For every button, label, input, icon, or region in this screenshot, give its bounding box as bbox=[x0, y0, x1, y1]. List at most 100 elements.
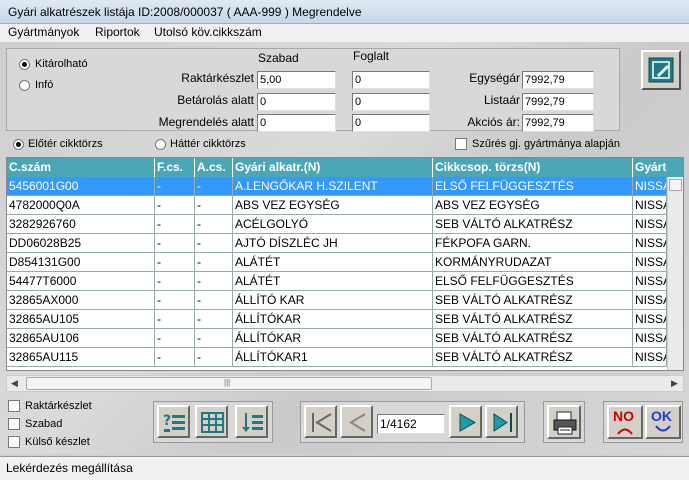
cell-acs: - bbox=[195, 329, 233, 348]
megrendeles-foglalt-field[interactable]: 0 bbox=[352, 114, 430, 132]
page-indicator-field[interactable]: 1/4162 bbox=[377, 414, 445, 434]
egysegar-field[interactable]: 7992,79 bbox=[522, 71, 594, 89]
akcios-ar-field[interactable]: 7992,79 bbox=[522, 114, 594, 132]
cell-fcs: - bbox=[155, 177, 195, 196]
cell-gyart: NISSA bbox=[633, 215, 667, 234]
scroll-right-icon[interactable]: ▶ bbox=[671, 378, 678, 389]
cell-gyari-alkatr: ALÁTÉT bbox=[233, 272, 433, 291]
table-row[interactable]: 3282926760- - ACÉLGOLYÓ SEB VÁLTÓ ALKATRÉSZ… bbox=[7, 215, 667, 234]
cell-gyari-alkatr: AJTÓ DÍSZLÉC JH bbox=[233, 234, 433, 253]
cell-acs: - bbox=[195, 215, 233, 234]
vertical-scroll-thumb[interactable] bbox=[669, 179, 682, 191]
megrendeles-szabad-field[interactable]: 0 bbox=[257, 114, 336, 132]
filter-raktarkeszlet-checkbox[interactable] bbox=[8, 400, 20, 412]
betarolas-foglalt-field[interactable]: 0 bbox=[352, 93, 430, 111]
table-row[interactable]: D854131G00--ALÁTÉTKORMÁNYRUDAZATNISSA bbox=[7, 253, 667, 272]
cell-gyari-alkatr: ÁLLÍTÓ KAR bbox=[233, 291, 433, 310]
cell-gyari-alkatr: ÁLLÍTÓKAR1 bbox=[233, 348, 433, 367]
col-header-acs[interactable]: A.cs. bbox=[195, 158, 233, 177]
cell-fcs: - bbox=[155, 272, 195, 291]
filter-kulso-keszlet-checkbox[interactable] bbox=[8, 436, 20, 448]
cell-gyart: NISSA bbox=[633, 253, 667, 272]
raktarkeszlet-foglalt-field[interactable]: 0 bbox=[352, 71, 430, 89]
grip-icon: ||| bbox=[224, 378, 231, 387]
cell-cikkcsop: SEB VÁLTÓ ALKATRÉSZ bbox=[433, 310, 633, 329]
cell-cszam: 32865AU106 bbox=[7, 329, 155, 348]
parts-grid: C.szám F.cs. A.cs. Gyári alkatr.(N) Cikk… bbox=[6, 157, 684, 371]
cell-acs: - bbox=[195, 272, 233, 291]
cell-cszam: 4782000Q0A bbox=[7, 196, 155, 215]
next-page-button[interactable] bbox=[449, 405, 482, 438]
cell-acs: - bbox=[195, 196, 233, 215]
cell-gyart: NISSA bbox=[633, 329, 667, 348]
cell-cikkcsop: ELSŐ FELFÜGGESZTÉS bbox=[433, 177, 633, 196]
cell-gyart: NISSA bbox=[633, 196, 667, 215]
cell-acs: - bbox=[195, 253, 233, 272]
price-label-akcios: Akciós ár: bbox=[467, 115, 520, 129]
cell-gyart: NISSA bbox=[633, 234, 667, 253]
cell-gyart: NISSA bbox=[633, 272, 667, 291]
col-header-cszam[interactable]: C.szám bbox=[7, 158, 155, 177]
help-list-button[interactable]: ? bbox=[157, 405, 190, 438]
sort-list-button[interactable] bbox=[235, 405, 268, 438]
cell-cikkcsop: ELSŐ FELFÜGGESZTÉS bbox=[433, 272, 633, 291]
radio-info[interactable] bbox=[19, 80, 30, 91]
price-label-egysegar: Egységár bbox=[469, 71, 520, 85]
betarolas-szabad-field[interactable]: 0 bbox=[257, 93, 336, 111]
last-page-button[interactable] bbox=[485, 405, 518, 438]
cell-cikkcsop: SEB VÁLTÓ ALKATRÉSZ bbox=[433, 291, 633, 310]
grid-view-button[interactable] bbox=[195, 405, 228, 438]
scroll-left-icon[interactable]: ◀ bbox=[11, 378, 18, 389]
cell-fcs: - bbox=[155, 253, 195, 272]
szures-label: Szűrés gj. gyártmánya alapján bbox=[472, 138, 620, 150]
radio-info-label: Infó bbox=[35, 79, 54, 91]
cell-gyari-alkatr: ÁLLÍTÓKAR bbox=[233, 310, 433, 329]
listaar-field[interactable]: 7992,79 bbox=[522, 93, 594, 111]
table-row[interactable]: 32865AU106- - ÁLLÍTÓKAR SEB VÁLTÓ ALKATRÉSZ… bbox=[7, 329, 667, 348]
print-button[interactable] bbox=[547, 405, 581, 439]
cell-fcs: - bbox=[155, 215, 195, 234]
cell-fcs: - bbox=[155, 234, 195, 253]
cell-cszam: 54477T6000 bbox=[7, 272, 155, 291]
cell-cszam: 3282926760 bbox=[7, 215, 155, 234]
cell-acs: - bbox=[195, 310, 233, 329]
happy-face-icon bbox=[655, 425, 671, 432]
no-button[interactable]: NO bbox=[607, 405, 643, 439]
raktarkeszlet-szabad-field[interactable]: 5,00 bbox=[257, 71, 336, 89]
radio-kitarolhato[interactable] bbox=[19, 59, 30, 70]
col-header-gyari-alkatr[interactable]: Gyári alkatr.(N) bbox=[233, 158, 433, 177]
prev-page-button[interactable] bbox=[340, 405, 373, 438]
table-row[interactable]: 4782000Q0A - - ABS VEZ EGYSÉG ABS VEZ EGYSÉG… bbox=[7, 196, 667, 215]
cell-cikkcsop: KORMÁNYRUDAZAT bbox=[433, 253, 633, 272]
radio-eloter-cikktorzs[interactable] bbox=[13, 139, 24, 150]
table-row[interactable]: 5456001G00- - A.LENGŐKAR H.SZILENT ELSŐ FEL… bbox=[7, 177, 667, 196]
menu-gyartmanyok[interactable]: Gyártmányok bbox=[8, 25, 79, 39]
row-label-betarolas: Betárolás alatt bbox=[177, 93, 254, 107]
filter-kulso-label: Külső készlet bbox=[25, 436, 90, 448]
menu-utolso-kov-cikkszam[interactable]: Utolsó köv.cikkszám bbox=[154, 25, 262, 39]
col-header-fcs[interactable]: F.cs. bbox=[155, 158, 195, 177]
edit-button[interactable] bbox=[641, 50, 681, 90]
szures-checkbox[interactable] bbox=[455, 138, 467, 150]
cell-cikkcsop: SEB VÁLTÓ ALKATRÉSZ bbox=[433, 215, 633, 234]
table-row[interactable]: 32865AX000- - ÁLLÍTÓ KAR SEB VÁLTÓ ALKATRÉS… bbox=[7, 291, 667, 310]
col-header-gyart[interactable]: Gyárt bbox=[633, 158, 683, 177]
svg-text:?: ? bbox=[163, 413, 171, 429]
ok-button[interactable]: OK bbox=[645, 405, 681, 439]
price-label-listaar: Listaár bbox=[483, 93, 520, 107]
filter-szabad-checkbox[interactable] bbox=[8, 418, 20, 430]
menu-riportok[interactable]: Riportok bbox=[95, 25, 140, 39]
table-row[interactable]: 32865AU115- - ÁLLÍTÓKAR1 SEB VÁLTÓ ALKATRÉS… bbox=[7, 348, 667, 367]
next-page-icon bbox=[459, 413, 477, 432]
col-header-cikkcsop[interactable]: Cikkcsop. törzs(N) bbox=[433, 158, 633, 177]
table-row[interactable]: 54477T6000- - ALÁTÉT ELSŐ FELFÜGGESZTÉS NISS… bbox=[7, 272, 667, 291]
first-page-button[interactable] bbox=[304, 405, 337, 438]
radio-hatter-cikktorzs[interactable] bbox=[155, 139, 166, 150]
cell-acs: - bbox=[195, 291, 233, 310]
vertical-scrollbar[interactable] bbox=[667, 177, 683, 370]
ok-label: OK bbox=[651, 408, 672, 424]
col-label-foglalt: Foglalt bbox=[353, 49, 390, 63]
table-row[interactable]: DD06028B25- - AJTÓ DÍSZLÉC JH FÉKPOFA GARN.… bbox=[7, 234, 667, 253]
table-row[interactable]: 32865AU105- - ÁLLÍTÓKAR SEB VÁLTÓ ALKATRÉSZ… bbox=[7, 310, 667, 329]
cell-fcs: - bbox=[155, 348, 195, 367]
